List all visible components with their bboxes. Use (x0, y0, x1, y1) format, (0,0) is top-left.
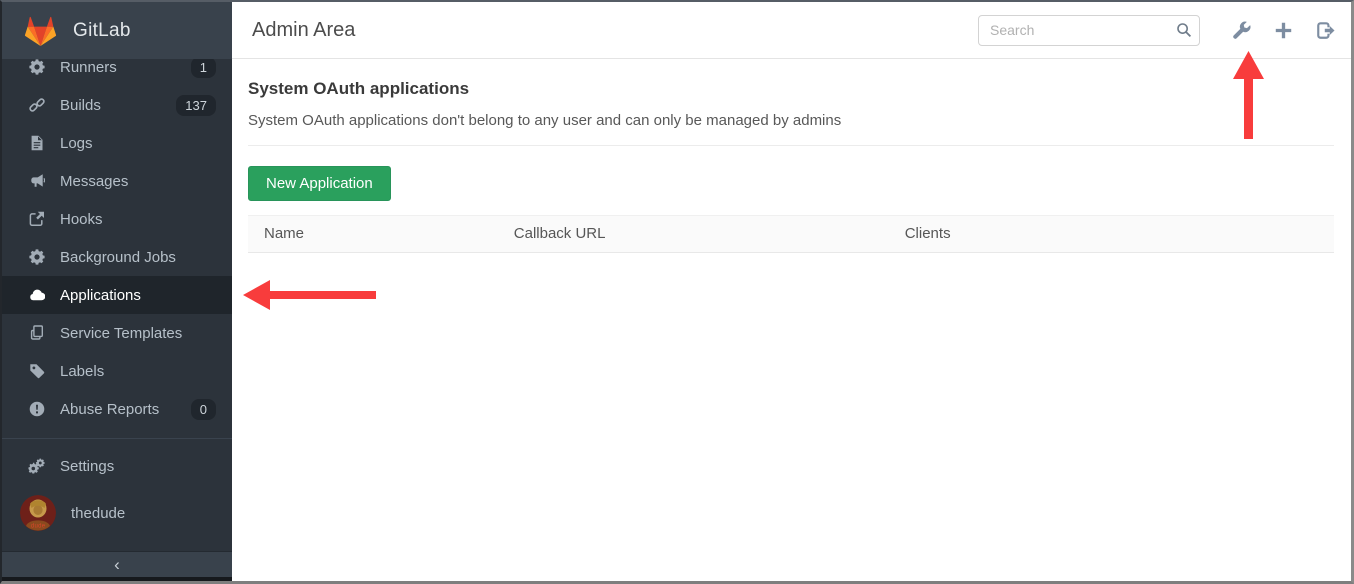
count-badge: 137 (176, 95, 216, 116)
brand-name: GitLab (73, 20, 131, 42)
sidebar-item-label: Runners (60, 59, 117, 76)
sidebar-item-label: Applications (60, 287, 141, 304)
count-badge: 1 (191, 57, 216, 78)
sidebar-item-builds[interactable]: Builds 137 (2, 86, 232, 124)
sidebar-item-label: Messages (60, 173, 128, 190)
sidebar-item-settings[interactable]: Settings (2, 447, 232, 485)
copy-icon (28, 325, 45, 342)
sidebar-item-hooks[interactable]: Hooks (2, 200, 232, 238)
sidebar-footer-section: Settings thedude (2, 438, 232, 541)
sidebar-collapse-button[interactable]: ‹ (2, 551, 232, 581)
header-icon-group (1216, 21, 1335, 40)
sidebar-item-background-jobs[interactable]: Background Jobs (2, 238, 232, 276)
tag-icon (28, 363, 45, 380)
sidebar-nav: Runners 1 Builds 137 Logs Messages Hooks (2, 48, 232, 428)
sign-out-icon[interactable] (1316, 21, 1335, 40)
count-badge: 0 (191, 399, 216, 420)
column-header-name: Name (248, 216, 498, 253)
wrench-icon[interactable] (1232, 21, 1251, 40)
sidebar-item-applications[interactable]: Applications (2, 276, 232, 314)
bullhorn-icon (28, 173, 45, 190)
sidebar-item-service-templates[interactable]: Service Templates (2, 314, 232, 352)
sidebar-item-messages[interactable]: Messages (2, 162, 232, 200)
sidebar-item-label: Background Jobs (60, 249, 176, 266)
user-avatar (20, 495, 56, 531)
sidebar-user-profile[interactable]: thedude (2, 485, 232, 541)
top-header-bar: Admin Area (232, 2, 1351, 59)
new-application-button[interactable]: New Application (248, 166, 391, 201)
main-area: Admin Area System OAuth applications Sys… (232, 2, 1351, 581)
chevron-left-icon: ‹ (114, 555, 120, 575)
sidebar-item-label: Abuse Reports (60, 401, 159, 418)
search-input[interactable] (978, 15, 1200, 46)
content-panel: System OAuth applications System OAuth a… (232, 59, 1351, 253)
sidebar-item-label: Settings (60, 458, 114, 475)
sidebar-item-label: Labels (60, 363, 104, 380)
sidebar-item-label: Service Templates (60, 325, 182, 342)
plus-icon[interactable] (1274, 21, 1293, 40)
warning-icon (28, 401, 45, 418)
table-header-row: Name Callback URL Clients (248, 216, 1334, 253)
column-header-callback-url: Callback URL (498, 216, 889, 253)
search-box (978, 15, 1200, 46)
sidebar: GitLab Runners 1 Builds 137 Logs Message… (2, 2, 232, 581)
page-title: Admin Area (252, 19, 355, 42)
file-icon (28, 135, 45, 152)
gitlab-logo-icon (23, 14, 58, 47)
sidebar-item-abuse-reports[interactable]: Abuse Reports 0 (2, 390, 232, 428)
cogs-icon (28, 458, 45, 475)
chain-icon (28, 97, 45, 114)
gear-icon (28, 249, 45, 266)
search-icon (1176, 22, 1192, 38)
section-description: System OAuth applications don't belong t… (248, 112, 1334, 129)
column-header-clients: Clients (889, 216, 1334, 253)
sidebar-header[interactable]: GitLab (2, 2, 232, 59)
sidebar-item-label: Logs (60, 135, 93, 152)
sidebar-item-label: Hooks (60, 211, 103, 228)
sidebar-item-labels[interactable]: Labels (2, 352, 232, 390)
cloud-icon (28, 287, 45, 304)
divider (248, 145, 1334, 146)
gitlab-admin-screen: GitLab Runners 1 Builds 137 Logs Message… (0, 0, 1354, 584)
external-link-icon (28, 211, 45, 228)
sidebar-item-logs[interactable]: Logs (2, 124, 232, 162)
oauth-applications-table: Name Callback URL Clients (248, 215, 1334, 253)
user-name: thedude (71, 505, 125, 522)
sidebar-item-label: Builds (60, 97, 101, 114)
gear-icon (28, 59, 45, 76)
section-heading: System OAuth applications (248, 79, 1334, 99)
